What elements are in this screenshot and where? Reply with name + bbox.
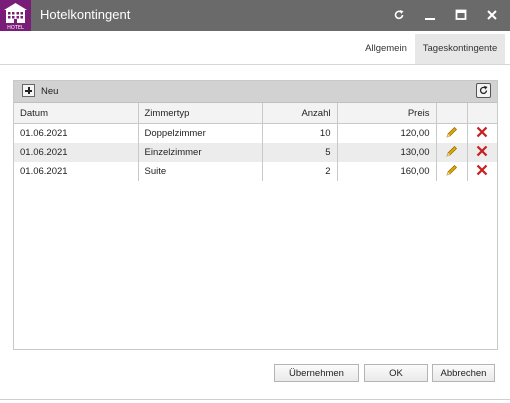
tab-allgemein[interactable]: Allgemein — [359, 34, 413, 64]
delete-button[interactable] — [467, 124, 497, 144]
table-row[interactable]: 01.06.2021 Suite 2 160,00 — [14, 162, 497, 181]
cell-zimmertyp: Einzelzimmer — [138, 143, 263, 162]
refresh-icon — [479, 85, 488, 95]
contingent-grid: Neu Datum Zimmertyp Anzahl Preis 01.06.2… — [13, 80, 498, 350]
refresh-window-button[interactable] — [388, 4, 410, 26]
cell-datum: 01.06.2021 — [14, 162, 139, 181]
minimize-button[interactable] — [419, 4, 441, 26]
edit-button[interactable] — [436, 143, 468, 162]
tab-tageskontingente[interactable]: Tageskontingente — [415, 34, 505, 64]
cell-zimmertyp: Doppelzimmer — [138, 123, 263, 143]
pencil-icon — [446, 145, 457, 157]
refresh-icon — [394, 10, 404, 20]
pencil-icon — [446, 164, 457, 176]
cell-preis: 130,00 — [337, 143, 437, 162]
delete-icon — [476, 164, 488, 176]
add-new-button[interactable]: Neu — [41, 86, 58, 97]
contingent-table: Datum Zimmertyp Anzahl Preis 01.06.2021 … — [14, 103, 497, 181]
column-header-delete — [467, 103, 497, 124]
cell-preis: 160,00 — [337, 162, 437, 181]
ok-button[interactable]: OK — [364, 364, 428, 382]
grid-refresh-button[interactable] — [476, 83, 491, 98]
delete-button[interactable] — [467, 143, 497, 162]
tab-bar: Allgemein Tageskontingente — [0, 31, 510, 65]
delete-button[interactable] — [467, 162, 497, 181]
cell-preis: 120,00 — [337, 123, 437, 143]
edit-button[interactable] — [436, 123, 468, 143]
title-bar: HOTEL Hotelkontingent — [0, 0, 510, 31]
close-icon — [487, 10, 497, 20]
column-header-zimmertyp[interactable]: Zimmertyp — [138, 103, 263, 124]
delete-icon — [476, 145, 488, 157]
column-header-edit — [436, 103, 468, 124]
footer-divider — [0, 399, 510, 400]
cell-zimmertyp: Suite — [138, 162, 263, 181]
table-row[interactable]: 01.06.2021 Doppelzimmer 10 120,00 — [14, 123, 497, 144]
edit-button[interactable] — [436, 162, 468, 181]
close-button[interactable] — [481, 4, 503, 26]
cell-anzahl: 2 — [262, 162, 338, 181]
delete-icon — [476, 126, 488, 138]
maximize-button[interactable] — [450, 4, 472, 26]
window-title: Hotelkontingent — [40, 7, 131, 22]
apply-button[interactable]: Übernehmen — [274, 364, 359, 382]
column-header-datum[interactable]: Datum — [14, 103, 139, 124]
grid-toolbar: Neu — [14, 81, 497, 103]
cancel-button[interactable]: Abbrechen — [432, 364, 495, 382]
hotel-logo: HOTEL — [0, 0, 31, 31]
table-row[interactable]: 01.06.2021 Einzelzimmer 5 130,00 — [14, 143, 497, 162]
cell-anzahl: 10 — [262, 123, 338, 143]
cell-datum: 01.06.2021 — [14, 143, 139, 162]
pencil-icon — [446, 126, 457, 138]
minimize-icon — [425, 18, 435, 20]
add-icon[interactable] — [22, 84, 35, 97]
cell-datum: 01.06.2021 — [14, 123, 139, 143]
maximize-icon — [455, 9, 467, 20]
column-header-preis[interactable]: Preis — [337, 103, 437, 124]
table-header: Datum Zimmertyp Anzahl Preis — [14, 103, 497, 124]
column-header-anzahl[interactable]: Anzahl — [262, 103, 338, 124]
cell-anzahl: 5 — [262, 143, 338, 162]
